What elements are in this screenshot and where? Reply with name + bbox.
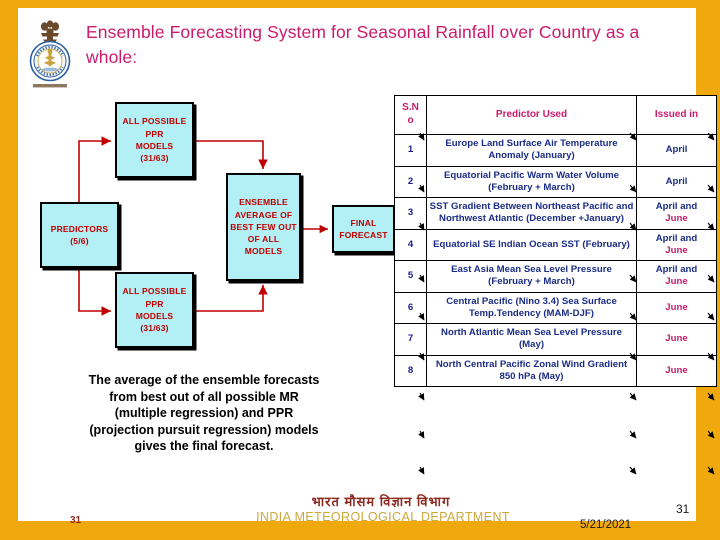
table-header-row: S.N o Predictor Used Issued in bbox=[394, 95, 717, 135]
cell-sno: 7 bbox=[394, 323, 427, 356]
footer-department-name-hindi: भारत मौसम विज्ञान विभाग bbox=[311, 494, 451, 509]
flowchart-box-ensemble-average: ENSEMBLE AVERAGE OF BEST FEW OUT OF ALL … bbox=[226, 173, 301, 281]
cell-predictor: Central Pacific (Nino 3.4) Sea Surface T… bbox=[426, 291, 637, 325]
issued-june: June bbox=[665, 276, 688, 288]
table-row: 4 Equatorial SE Indian Ocean SST (Februa… bbox=[394, 228, 717, 262]
cell-issued: April bbox=[636, 134, 717, 167]
flowbox-line: AVERAGE OF bbox=[234, 209, 293, 220]
flowbox-line: BEST FEW OUT bbox=[230, 221, 297, 232]
flowbox-line: MODELS bbox=[135, 141, 174, 151]
issued-june: June bbox=[665, 244, 688, 256]
cell-predictor: North Central Pacific Zonal Wind Gradien… bbox=[426, 354, 637, 388]
flowbox-line: (31/63) bbox=[140, 153, 169, 164]
slide-content-area: Ensemble Forecasting System for Seasonal… bbox=[18, 8, 717, 531]
cell-sno: 8 bbox=[394, 354, 427, 388]
cell-issued: April and June bbox=[636, 197, 717, 230]
cell-sno: 2 bbox=[394, 165, 427, 199]
issued-april: April and bbox=[655, 232, 698, 244]
cell-sno: 4 bbox=[394, 228, 427, 262]
table-row: 6 Central Pacific (Nino 3.4) Sea Surface… bbox=[394, 291, 717, 325]
footer-page-number-right: 31 bbox=[676, 502, 690, 516]
sno-header-line1: S.N bbox=[402, 102, 419, 114]
issued-june: June bbox=[665, 213, 688, 225]
issued-april: April and bbox=[655, 264, 698, 276]
cell-issued: June bbox=[636, 323, 717, 356]
caption-line: gives the final forecast. bbox=[134, 439, 274, 453]
cell-issued: April and June bbox=[636, 228, 717, 262]
cell-predictor: East Asia Mean Sea Level Pressure (Febru… bbox=[426, 260, 637, 293]
predictor-table: S.N o Predictor Used Issued in 1 Europe … bbox=[394, 95, 717, 388]
issued-april: April and bbox=[655, 201, 698, 213]
footer-date: 5/21/2021 bbox=[580, 519, 632, 531]
flowbox-line: PPR bbox=[145, 128, 164, 139]
footer-department-name-english: INDIA METEOROLOGICAL DEPARTMENT bbox=[256, 510, 510, 524]
slide-canvas: Ensemble Forecasting System for Seasonal… bbox=[0, 0, 720, 540]
cell-sno: 1 bbox=[394, 134, 427, 167]
footer-page-number-left: 31 bbox=[70, 515, 82, 526]
cell-predictor: Equatorial SE Indian Ocean SST (February… bbox=[426, 228, 637, 262]
flowbox-line: ENSEMBLE bbox=[239, 197, 288, 208]
flowbox-line: (5/6) bbox=[70, 236, 89, 246]
flowbox-line: ALL POSSIBLE bbox=[122, 116, 187, 127]
cell-sno: 5 bbox=[394, 260, 427, 293]
table-row: 2 Equatorial Pacific Warm Water Volume (… bbox=[394, 165, 717, 199]
flowbox-line: OF ALL bbox=[247, 234, 280, 245]
flowbox-line: PREDICTORS bbox=[50, 223, 109, 234]
cell-sno: 3 bbox=[394, 197, 427, 230]
column-header-issued: Issued in bbox=[636, 95, 717, 135]
flowchart-box-final-forecast: FINAL FORECAST bbox=[332, 205, 395, 253]
flowbox-line: ALL POSSIBLE bbox=[122, 286, 187, 297]
table-row: 7 North Atlantic Mean Sea Level Pressure… bbox=[394, 323, 717, 356]
flowbox-line: FORECAST bbox=[339, 230, 388, 240]
table-row: 1 Europe Land Surface Air Temperature An… bbox=[394, 134, 717, 167]
caption-line: The average of the ensemble forecasts bbox=[88, 373, 320, 387]
table-row: 3 SST Gradient Between Northeast Pacific… bbox=[394, 197, 717, 230]
flowbox-line: FINAL bbox=[350, 217, 377, 228]
india-meteorological-department-emblem-icon bbox=[21, 16, 79, 94]
cell-predictor: Equatorial Pacific Warm Water Volume (Fe… bbox=[426, 165, 637, 199]
flowbox-line: PPR bbox=[145, 298, 164, 309]
page-title: Ensemble Forecasting System for Seasonal… bbox=[86, 22, 640, 68]
table-row: 8 North Central Pacific Zonal Wind Gradi… bbox=[394, 354, 717, 388]
cell-issued: June bbox=[636, 291, 717, 325]
table-row: 5 East Asia Mean Sea Level Pressure (Feb… bbox=[394, 260, 717, 293]
cell-predictor: North Atlantic Mean Sea Level Pressure (… bbox=[426, 323, 637, 356]
flowchart-box-ppr-bottom: ALL POSSIBLE PPR MODELS (31/63) bbox=[115, 272, 194, 348]
sno-header-line2: o bbox=[407, 115, 414, 126]
flowchart-box-ppr-top: ALL POSSIBLE PPR MODELS (31/63) bbox=[115, 102, 194, 178]
flowbox-line: MODELS bbox=[244, 246, 283, 257]
caption-line: (multiple regression) and PPR bbox=[114, 406, 294, 420]
cell-issued: June bbox=[636, 354, 717, 388]
caption-line: (projection pursuit regression) models bbox=[89, 422, 319, 437]
cell-sno: 6 bbox=[394, 291, 427, 325]
flowchart-caption: The average of the ensemble forecasts fr… bbox=[30, 372, 378, 455]
flowbox-line: MODELS bbox=[135, 311, 174, 321]
caption-line: from best out of all possible MR bbox=[109, 389, 299, 404]
cell-predictor: Europe Land Surface Air Temperature Anom… bbox=[426, 134, 637, 167]
flowbox-line: (31/63) bbox=[140, 323, 169, 334]
cell-issued: April bbox=[636, 165, 717, 199]
flowchart-box-predictors: PREDICTORS (5/6) bbox=[40, 202, 119, 268]
cell-issued: April and June bbox=[636, 260, 717, 293]
column-header-sno: S.N o bbox=[394, 95, 427, 135]
cell-predictor: SST Gradient Between Northeast Pacific a… bbox=[426, 197, 637, 230]
column-header-predictor: Predictor Used bbox=[426, 95, 637, 135]
